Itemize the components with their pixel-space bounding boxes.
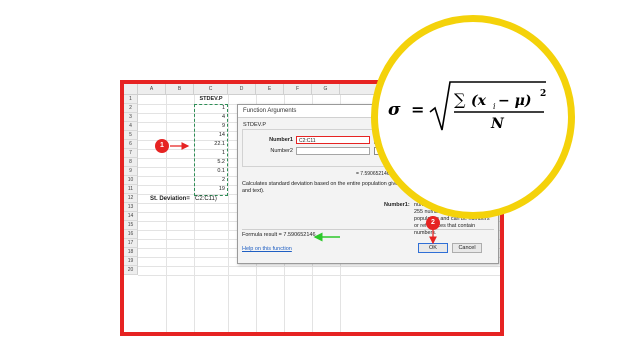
step-badge-1: 1 — [155, 139, 169, 153]
equals-sign: = — [411, 100, 424, 119]
formula-callout: σ = ∑ (x i − μ) 2 N — [371, 15, 575, 219]
sum-symbol: ∑ — [454, 90, 466, 109]
std-dev-formula: σ = ∑ (x i − μ) 2 N — [388, 81, 546, 132]
sigma-symbol: σ — [388, 100, 401, 120]
exponent-2: 2 — [540, 89, 546, 99]
denominator-n: N — [490, 116, 505, 132]
minus-mu: − μ) — [498, 93, 531, 109]
step-badge-2: 2 — [426, 216, 440, 230]
subscript-i: i — [493, 102, 496, 111]
xi-term: (x — [471, 93, 487, 109]
